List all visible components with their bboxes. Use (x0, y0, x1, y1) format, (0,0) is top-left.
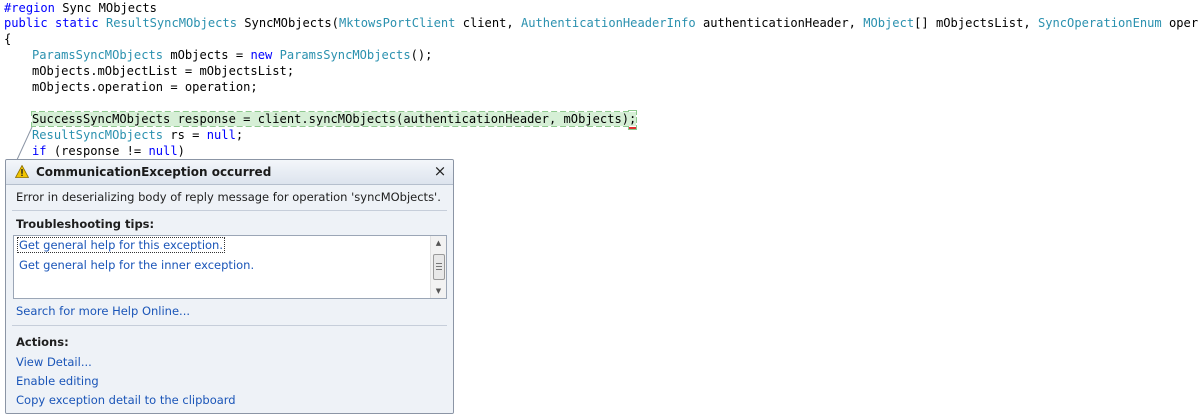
param-auth: authenticationHeader, (695, 16, 864, 30)
type-auth: AuthenticationHeaderInfo (520, 16, 696, 30)
keyword-null: null (206, 128, 236, 142)
current-statement-text: SuccessSyncMObjects response = client.sy… (32, 112, 630, 126)
popup-title: CommunicationException occurred (36, 165, 272, 179)
type-mobject: MObject (863, 16, 915, 30)
code-text: ; (235, 128, 244, 142)
type-client: MktowsPortClient (338, 16, 456, 30)
copy-exception-detail-link[interactable]: Copy exception detail to the clipboard (16, 393, 236, 407)
scroll-up-arrow-icon[interactable]: ▲ (431, 237, 446, 249)
enable-editing-link[interactable]: Enable editing (16, 374, 99, 388)
code-line-assign-operation: mObjects.operation = operation; (32, 80, 258, 94)
divider (12, 210, 447, 211)
close-button[interactable]: × (433, 164, 447, 179)
code-line-method-signature: public static ResultSyncMObjects SyncMOb… (4, 15, 1198, 31)
type-params: ParamsSyncMObjects (32, 48, 164, 62)
keyword-static: static (54, 16, 99, 30)
warning-icon (15, 165, 29, 178)
view-detail-link[interactable]: View Detail... (16, 355, 92, 369)
troubleshooting-heading: Troubleshooting tips: (16, 217, 155, 231)
troubleshooting-tips-list[interactable]: Get general help for this exception. Get… (13, 235, 447, 299)
code-line-if: if (response != null) (32, 143, 185, 159)
code-text: rs = (163, 128, 207, 142)
divider (12, 325, 447, 326)
scroll-thumb[interactable] (433, 254, 445, 280)
current-statement-highlight: SuccessSyncMObjects response = client.sy… (30, 111, 638, 129)
region-name: Sync MObjects (54, 1, 157, 15)
type-enum: SyncOperationEnum (1037, 16, 1162, 30)
grip-line (436, 269, 442, 270)
method-name: SyncMObjects( (244, 16, 339, 30)
keyword-null: null (148, 144, 178, 158)
param-client: client, (455, 16, 521, 30)
search-help-online-link[interactable]: Search for more Help Online... (16, 304, 190, 318)
type-result: ResultSyncMObjects (105, 16, 237, 30)
tip-link-inner-exception-help[interactable]: Get general help for the inner exception… (19, 258, 254, 272)
exception-assistant-popup[interactable]: CommunicationException occurred × Error … (5, 159, 454, 414)
scroll-down-arrow-icon[interactable]: ▼ (431, 285, 446, 297)
code-text: (); (410, 48, 433, 62)
grip-line (436, 263, 442, 264)
code-line-region: #region Sync MObjects (4, 0, 157, 16)
region-keyword: #region (4, 1, 55, 15)
type-result-var: ResultSyncMObjects (32, 128, 164, 142)
code-line-current-statement: SuccessSyncMObjects response = client.sy… (30, 111, 638, 129)
error-squiggle: ; (629, 111, 637, 129)
code-text: ) (177, 144, 185, 158)
code-line-result-var: ResultSyncMObjects rs = null; (32, 127, 243, 143)
code-text: (response != (46, 144, 149, 158)
code-line-params: ParamsSyncMObjects mObjects = new Params… (32, 47, 432, 63)
tips-scrollbar[interactable]: ▲ ▼ (430, 236, 446, 298)
code-line-assign-list: mObjects.mObjectList = mObjectsList; (32, 64, 295, 78)
code-line-open-brace: { (4, 32, 12, 46)
popup-header: CommunicationException occurred × (6, 160, 453, 185)
code-text: mObjects = (163, 48, 251, 62)
popup-body: Error in deserializing body of reply mes… (6, 185, 453, 413)
grip-line (436, 266, 442, 267)
param-list: [] mObjectsList, (914, 16, 1038, 30)
actions-heading: Actions: (16, 335, 69, 349)
exception-pointer-line (15, 126, 33, 163)
keyword-public: public (4, 16, 48, 30)
error-message: Error in deserializing body of reply mes… (16, 190, 441, 204)
tip-link-exception-help[interactable]: Get general help for this exception. (17, 237, 225, 253)
type-params-ctor: ParamsSyncMObjects (279, 48, 411, 62)
keyword-new: new (250, 48, 273, 62)
param-operation: operation) (1168, 16, 1198, 30)
